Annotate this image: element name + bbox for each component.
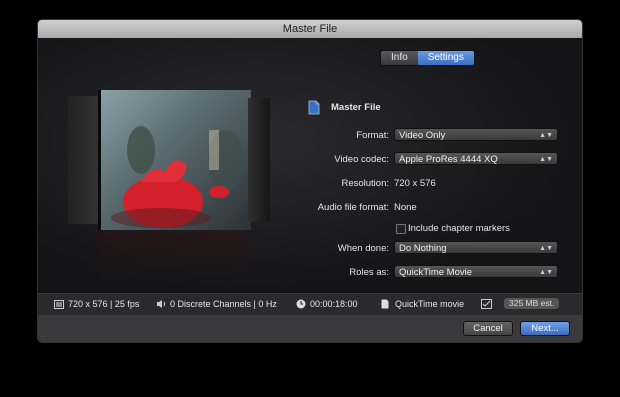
- video-codec-select[interactable]: Apple ProRes 4444 XQ ▲▼: [394, 152, 558, 165]
- file-icon: [381, 299, 389, 311]
- film-frame-icon: [54, 300, 64, 311]
- next-button[interactable]: Next...: [520, 321, 570, 336]
- when-done-label: When done:: [337, 243, 389, 254]
- info-bar: 720 x 576 | 25 fps 0 Discrete Channels |…: [38, 293, 582, 316]
- audio-info: 0 Discrete Channels | 0 Hz: [170, 299, 277, 309]
- duration-info: 00:00:18:00: [310, 299, 358, 309]
- format-value: Video Only: [399, 130, 446, 141]
- share-dialog: Master File Info Settings Master File Fo…: [38, 20, 582, 342]
- when-done-select[interactable]: Do Nothing ▲▼: [394, 241, 558, 254]
- preview-left-panel: [68, 96, 98, 224]
- preview-reflection: [98, 232, 248, 282]
- roles-as-value: QuickTime Movie: [399, 267, 473, 278]
- video-info: 720 x 576 | 25 fps: [68, 299, 140, 309]
- chapter-markers-label: Include chapter markers: [408, 223, 510, 234]
- size-estimate-badge: 325 MB est.: [504, 298, 560, 309]
- clock-icon: [296, 299, 306, 311]
- updown-arrow-icon: ▲▼: [539, 269, 553, 276]
- tab-settings[interactable]: Settings: [417, 51, 474, 65]
- roles-as-label: Roles as:: [349, 267, 389, 278]
- format-label: Format:: [356, 130, 389, 141]
- format-select[interactable]: Video Only ▲▼: [394, 128, 558, 141]
- speaker-icon: [156, 299, 167, 311]
- chapter-markers-checkbox[interactable]: [396, 224, 406, 234]
- preview-image: [111, 126, 244, 228]
- checklist-icon: [481, 299, 492, 311]
- updown-arrow-icon: ▲▼: [539, 132, 553, 139]
- window-title: Master File: [38, 20, 582, 38]
- tab-segmented-control: Info Settings: [380, 50, 475, 66]
- resolution-value: 720 x 576: [394, 178, 436, 189]
- video-codec-value: Apple ProRes 4444 XQ: [399, 154, 498, 165]
- section-title: Master File: [331, 102, 381, 113]
- updown-arrow-icon: ▲▼: [539, 245, 553, 252]
- document-icon: [308, 100, 320, 120]
- updown-arrow-icon: ▲▼: [539, 156, 553, 163]
- audio-file-format-label: Audio file format:: [317, 202, 389, 213]
- preview-frame: [98, 90, 251, 230]
- dialog-footer: Cancel Next...: [38, 315, 582, 342]
- roles-as-select[interactable]: QuickTime Movie ▲▼: [394, 265, 558, 278]
- file-type-info: QuickTime movie: [395, 299, 465, 309]
- audio-file-format-value: None: [394, 202, 417, 213]
- video-codec-label: Video codec:: [334, 154, 389, 165]
- preview-thumbnail: [68, 90, 270, 230]
- when-done-value: Do Nothing: [399, 243, 447, 254]
- dialog-content: Info Settings Master File Format: Video …: [38, 38, 582, 293]
- cancel-button[interactable]: Cancel: [463, 321, 513, 336]
- tab-info[interactable]: Info: [381, 51, 418, 65]
- resolution-label: Resolution:: [341, 178, 389, 189]
